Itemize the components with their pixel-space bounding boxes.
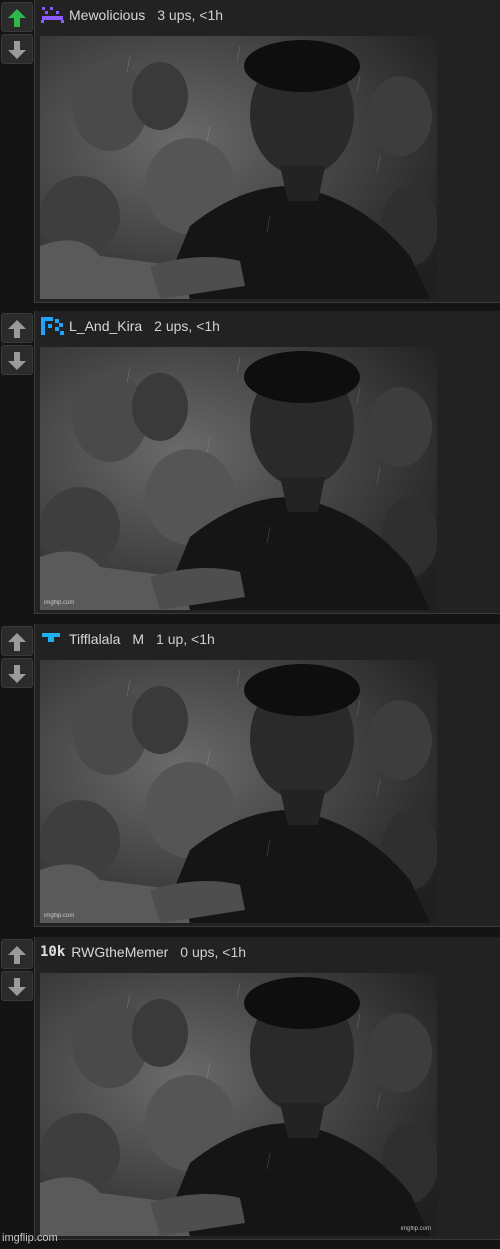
meme-image[interactable]: imgflip.com	[40, 973, 437, 1236]
up-arrow-icon	[8, 320, 26, 338]
image-watermark: imgflip.com	[400, 1226, 431, 1232]
comment-meta: 3 ups, <1h	[157, 7, 224, 23]
meme-image[interactable]: imgflip.com	[40, 347, 437, 610]
comment: L_And_Kira 2 ups, <1h imgflip.com	[0, 311, 500, 614]
username-link[interactable]: Mewolicious	[69, 7, 145, 23]
comment-header: Tifflalala M 1 up, <1h	[40, 628, 215, 650]
purple-invader-icon	[41, 7, 64, 23]
up-arrow-icon	[8, 946, 26, 964]
10k-badge-icon: 10k	[40, 944, 66, 960]
comment-meta: 2 ups, <1h	[154, 318, 220, 334]
upvote-button[interactable]	[1, 626, 33, 656]
image-watermark: imgflip.com	[44, 913, 75, 919]
comment-thread: Mewolicious 3 ups, <1h L_And_Kira 2 ups,…	[0, 0, 500, 1249]
downvote-button[interactable]	[1, 658, 33, 688]
down-arrow-icon	[8, 978, 26, 996]
comment-meta: 0 ups, <1h	[180, 944, 247, 960]
up-arrow-icon	[8, 633, 26, 651]
comment: Mewolicious 3 ups, <1h	[0, 0, 500, 303]
comment: 10k RWGtheMemer 0 ups, <1h imgflip.com	[0, 937, 500, 1240]
comment-header: Mewolicious 3 ups, <1h	[40, 4, 223, 26]
upvote-button[interactable]	[1, 939, 33, 969]
upvote-button[interactable]	[1, 313, 33, 343]
image-watermark: imgflip.com	[44, 600, 75, 606]
comment-header: 10k RWGtheMemer 0 ups, <1h	[40, 941, 246, 963]
down-arrow-icon	[8, 665, 26, 683]
username-link[interactable]: RWGtheMemer	[71, 944, 168, 960]
comment-header: L_And_Kira 2 ups, <1h	[40, 315, 220, 337]
down-arrow-icon	[8, 41, 26, 59]
username-link[interactable]: Tifflalala	[69, 631, 120, 647]
username-link[interactable]: L_And_Kira	[69, 318, 142, 334]
up-arrow-icon	[8, 9, 26, 27]
blue-t-icon	[42, 633, 60, 642]
down-arrow-icon	[8, 352, 26, 370]
comment: Tifflalala M 1 up, <1h imgflip.com	[0, 624, 500, 927]
downvote-button[interactable]	[1, 345, 33, 375]
user-flair: M	[132, 631, 145, 647]
meme-image[interactable]: imgflip.com	[40, 660, 437, 923]
comment-meta: 1 up, <1h	[156, 631, 215, 647]
upvote-button[interactable]	[1, 2, 33, 32]
meme-image[interactable]	[40, 36, 437, 299]
downvote-button[interactable]	[1, 34, 33, 64]
blue-pixel-icon	[41, 317, 64, 335]
footer-watermark: imgflip.com	[2, 1232, 58, 1244]
downvote-button[interactable]	[1, 971, 33, 1001]
